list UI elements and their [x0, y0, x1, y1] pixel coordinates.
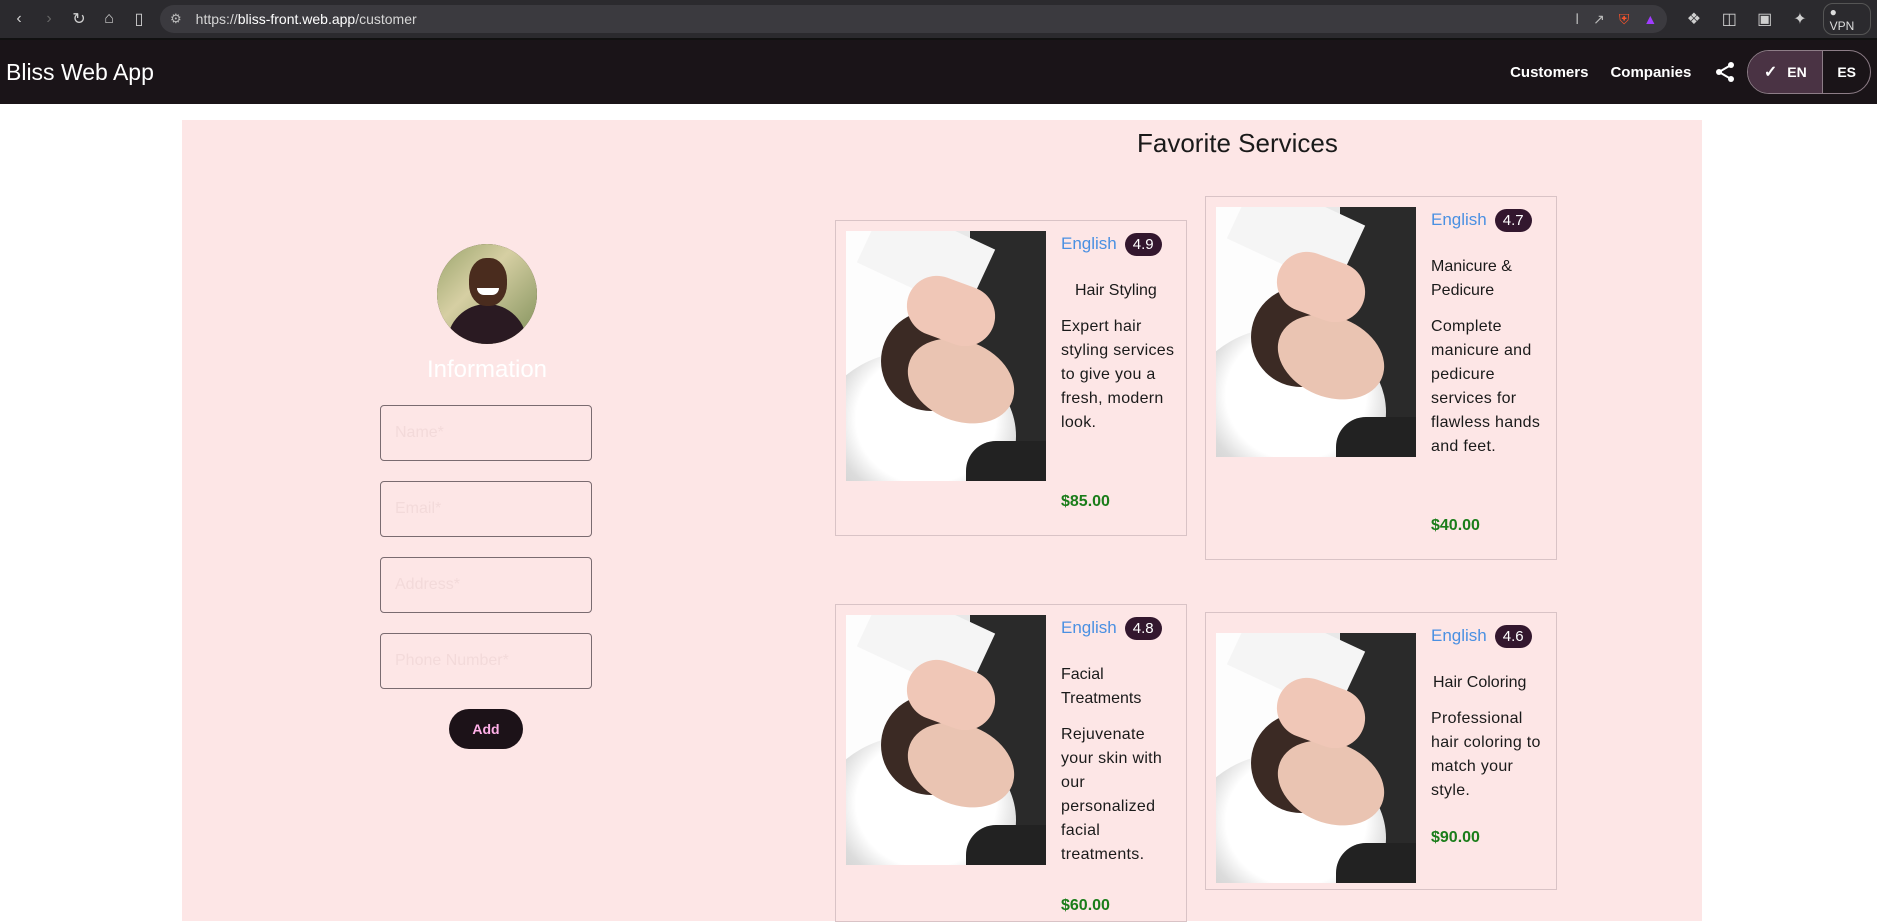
service-name: Facial Treatments — [1061, 666, 1142, 707]
service-card[interactable]: English 4.6 Hair Coloring Professional ha… — [1205, 612, 1557, 890]
leo-ai-icon[interactable]: ✦ — [1787, 6, 1812, 32]
service-language[interactable]: English — [1431, 626, 1487, 646]
share-icon[interactable] — [1713, 60, 1737, 84]
service-image — [846, 231, 1046, 481]
address-bar[interactable]: ⚙ https://bliss-front.web.app/customer ا… — [160, 5, 1668, 33]
reload-icon[interactable]: ↻ — [66, 6, 92, 32]
rating-badge: 4.9 — [1124, 232, 1162, 256]
service-language[interactable]: English — [1431, 210, 1487, 230]
service-price: $60.00 — [1061, 897, 1110, 914]
sidebar-icon[interactable]: ◫ — [1717, 6, 1742, 32]
service-image — [1216, 207, 1416, 457]
nav-customers[interactable]: Customers — [1510, 64, 1588, 81]
service-name: Hair Coloring — [1433, 674, 1527, 691]
browser-toolbar: ‹ › ↻ ⌂ ▯ ⚙ https://bliss-front.web.app/… — [0, 0, 1877, 38]
wallet-icon[interactable]: ▣ — [1752, 6, 1777, 32]
share-page-icon[interactable]: ↗ — [1593, 11, 1605, 28]
site-settings-icon[interactable]: ⚙ — [170, 11, 182, 27]
nav-companies[interactable]: Companies — [1610, 64, 1691, 81]
translate-icon[interactable]: ا — [1575, 11, 1579, 28]
add-button[interactable]: Add — [449, 709, 523, 749]
extensions-icon[interactable]: ❖ — [1681, 6, 1706, 32]
service-name: Hair Styling — [1075, 282, 1157, 299]
vpn-button[interactable]: ● VPN — [1822, 3, 1872, 35]
url-text: https://bliss-front.web.app/customer — [195, 11, 417, 27]
service-card[interactable]: English 4.8 Facial Treatments Rejuvenate … — [835, 604, 1187, 922]
app-title: Bliss Web App — [6, 58, 154, 85]
service-language[interactable]: English — [1061, 234, 1117, 254]
brave-shield-icon[interactable]: ⛨ — [1619, 11, 1630, 28]
email-field[interactable] — [380, 481, 592, 537]
back-icon[interactable]: ‹ — [6, 6, 32, 32]
brave-rewards-icon[interactable]: ▲ — [1643, 11, 1657, 28]
phone-field[interactable] — [380, 633, 592, 689]
rating-badge: 4.6 — [1494, 624, 1532, 648]
address-field[interactable] — [380, 557, 592, 613]
service-language[interactable]: English — [1061, 618, 1117, 638]
bookmark-icon[interactable]: ▯ — [126, 6, 152, 32]
service-price: $85.00 — [1061, 493, 1110, 510]
service-image — [846, 615, 1046, 865]
form-title: Information — [426, 356, 548, 383]
customer-form: Information Add — [182, 120, 802, 921]
service-card[interactable]: English 4.9 Hair Styling Expert hair styl… — [835, 220, 1187, 536]
service-description: Complete manicure and pedicure services … — [1431, 318, 1541, 455]
service-description: Professional hair coloring to match your… — [1431, 710, 1541, 799]
home-icon[interactable]: ⌂ — [96, 6, 122, 32]
language-toggle: ✓ EN ES — [1747, 50, 1871, 94]
app-header: Bliss Web App Customers Companies ✓ EN ES — [0, 38, 1877, 104]
favorites-title: Favorite Services — [1137, 128, 1338, 158]
service-card[interactable]: English 4.7 Manicure & Pedicure Complete … — [1205, 196, 1557, 560]
check-icon: ✓ — [1763, 64, 1778, 81]
language-option-en[interactable]: ✓ EN — [1748, 51, 1823, 93]
language-option-es[interactable]: ES — [1822, 51, 1870, 93]
service-description: Rejuvenate your skin with our personaliz… — [1061, 726, 1163, 863]
avatar — [437, 244, 537, 344]
service-image — [1216, 633, 1416, 883]
service-name: Manicure & Pedicure — [1431, 258, 1512, 299]
name-field[interactable] — [380, 405, 592, 461]
service-price: $90.00 — [1431, 829, 1480, 846]
customer-page: Information Add Favorite Services Englis… — [182, 120, 1702, 922]
rating-badge: 4.8 — [1124, 616, 1162, 640]
rating-badge: 4.7 — [1494, 208, 1532, 232]
forward-icon[interactable]: › — [36, 6, 62, 32]
service-price: $40.00 — [1431, 517, 1480, 534]
service-description: Expert hair styling services to give you… — [1061, 318, 1175, 431]
